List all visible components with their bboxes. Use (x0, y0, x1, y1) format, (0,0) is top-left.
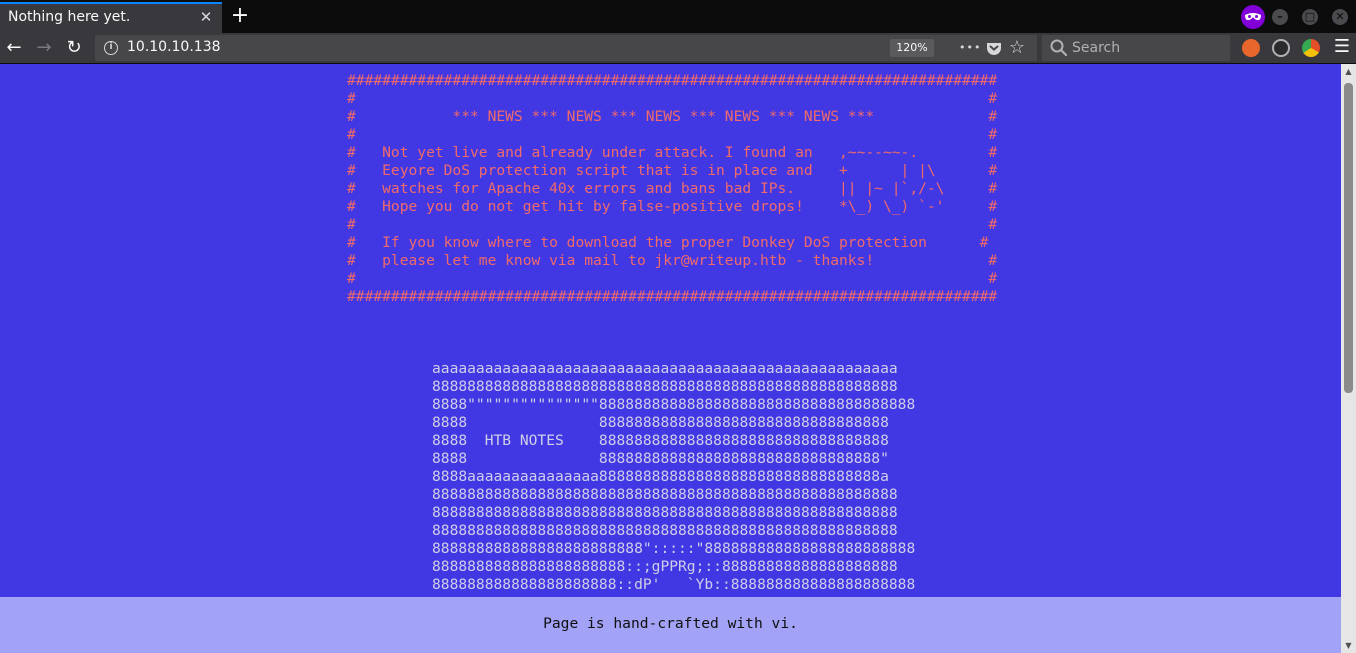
menu-icon[interactable]: ☰ (1332, 37, 1352, 57)
tab-title: Nothing here yet. (8, 9, 131, 25)
url-text[interactable]: 10.10.10.138 (127, 39, 221, 55)
footer-text: Page is hand-crafted with vi. (543, 615, 798, 632)
tab-bar: Nothing here yet. ✕ + – □ ✕ (0, 0, 1356, 33)
news-block: ########################################… (347, 72, 998, 305)
reload-button[interactable]: ↻ (62, 36, 86, 60)
navigation-toolbar: ← → ↻ i 10.10.10.138 120% ••• ☆ ☰ (0, 33, 1356, 64)
maximize-button[interactable]: □ (1302, 9, 1318, 25)
scrollbar-thumb[interactable] (1344, 83, 1353, 393)
search-bar[interactable] (1042, 35, 1230, 61)
search-icon (1049, 38, 1069, 58)
tab-close-icon[interactable]: ✕ (197, 8, 215, 26)
bookmark-star-icon[interactable]: ☆ (1007, 38, 1027, 58)
info-icon[interactable]: i (104, 41, 118, 55)
private-browsing-icon (1241, 5, 1265, 29)
htb-notes-ascii-art: aaaaaaaaaaaaaaaaaaaaaaaaaaaaaaaaaaaaaaaa… (432, 360, 916, 593)
search-input[interactable] (1072, 38, 1222, 58)
minimize-button[interactable]: – (1272, 9, 1288, 25)
close-window-button[interactable]: ✕ (1332, 9, 1348, 25)
tab-active[interactable]: Nothing here yet. ✕ (0, 2, 222, 33)
back-button[interactable]: ← (2, 36, 26, 60)
extension-icon[interactable] (1272, 39, 1290, 57)
page-actions-menu-icon[interactable]: ••• (959, 38, 980, 58)
address-bar[interactable]: i 10.10.10.138 120% ••• ☆ (95, 35, 1037, 61)
page-footer: Page is hand-crafted with vi. (0, 597, 1341, 653)
forward-button[interactable]: → (32, 36, 56, 60)
extension-icon[interactable] (1302, 39, 1320, 57)
scroll-down-arrow-icon[interactable]: ▼ (1341, 638, 1356, 653)
vertical-scrollbar[interactable]: ▲ ▼ (1341, 64, 1356, 653)
scroll-up-arrow-icon[interactable]: ▲ (1341, 64, 1356, 79)
page-content: ########################################… (0, 64, 1341, 653)
extension-icon[interactable] (1242, 39, 1260, 57)
zoom-indicator[interactable]: 120% (890, 39, 934, 57)
pocket-icon[interactable] (984, 38, 1004, 58)
new-tab-button[interactable]: + (229, 5, 251, 27)
